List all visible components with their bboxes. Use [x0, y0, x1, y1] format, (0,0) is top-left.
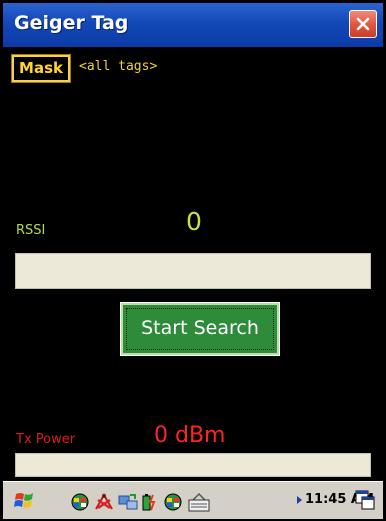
- battery-icon[interactable]: [141, 492, 159, 512]
- rssi-label: RSSI: [16, 223, 46, 238]
- taskbar: 11:45 AM: [3, 481, 383, 519]
- close-button[interactable]: [349, 10, 377, 38]
- close-icon: [356, 17, 370, 31]
- network-icon[interactable]: [70, 492, 90, 512]
- tx-power-value: 0 dBm: [154, 423, 226, 448]
- arrow-right-icon[interactable]: [296, 495, 303, 505]
- tx-power-slider[interactable]: [15, 453, 371, 477]
- tx-power-label: Tx Power: [16, 432, 76, 447]
- mask-button[interactable]: Mask: [11, 54, 71, 83]
- app-window: Geiger Tag Mask <all tags> RSSI 0 Start …: [0, 0, 386, 521]
- windows-start-icon[interactable]: [13, 488, 39, 514]
- window-title: Geiger Tag: [14, 12, 129, 34]
- sync-icon[interactable]: [117, 492, 139, 512]
- windows-switch-icon[interactable]: [353, 488, 377, 512]
- keyboard-icon[interactable]: [187, 492, 211, 514]
- rssi-meter-bar: [15, 253, 371, 289]
- wireless-icon[interactable]: [93, 492, 115, 512]
- rssi-value: 0: [186, 207, 202, 236]
- title-bar: Geiger Tag: [3, 3, 383, 47]
- mask-value: <all tags>: [79, 59, 158, 74]
- start-search-button[interactable]: Start Search: [120, 302, 280, 356]
- network-icon-2[interactable]: [163, 492, 183, 512]
